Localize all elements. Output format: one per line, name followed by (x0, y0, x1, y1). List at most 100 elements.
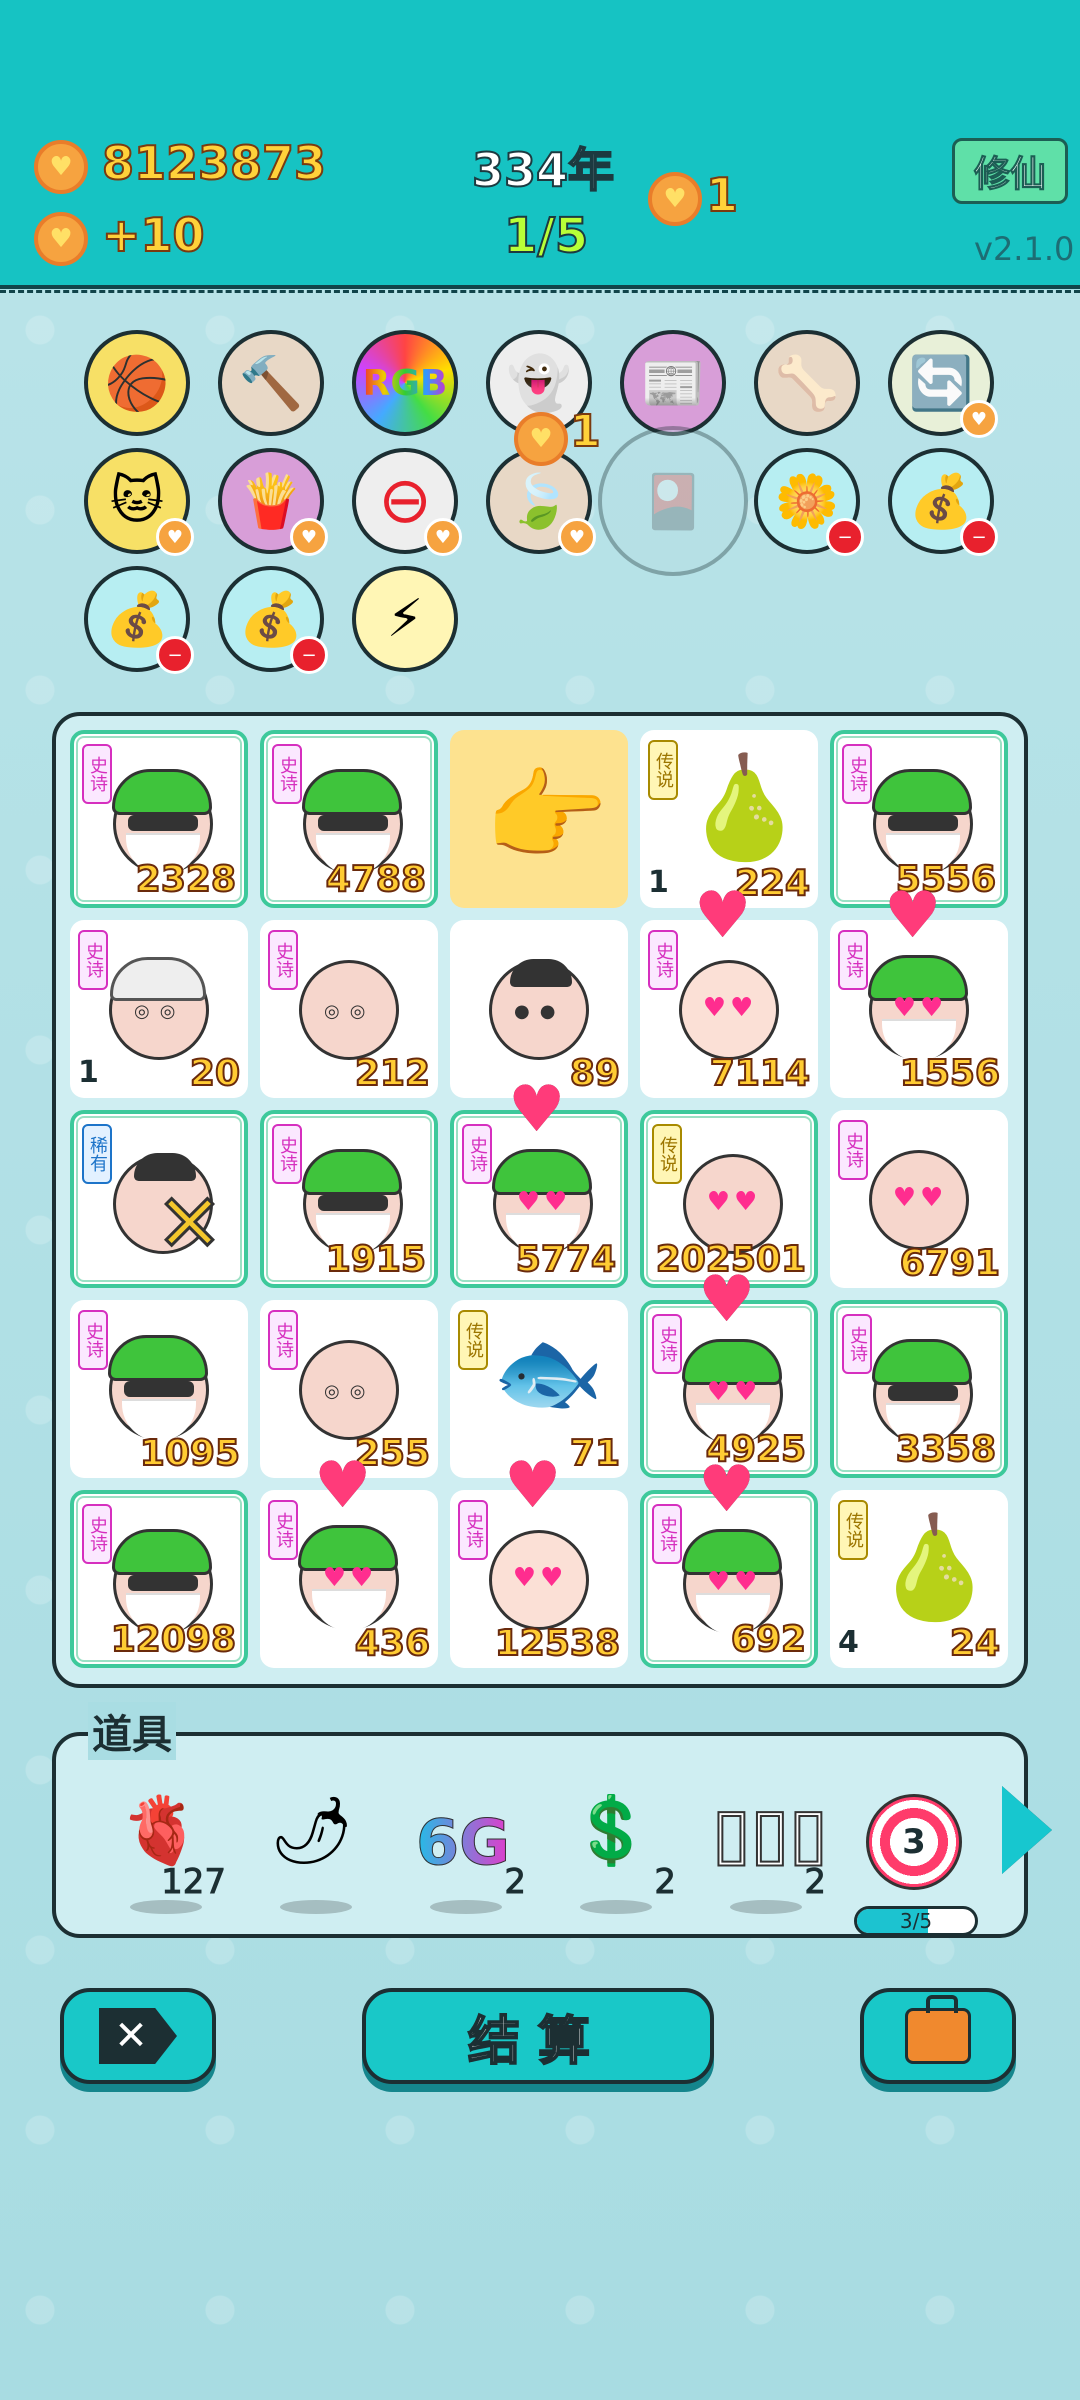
money-bag-icon[interactable]: 💰 − (218, 566, 328, 674)
relic-glyph: 🍟 (238, 471, 304, 532)
character-face-icon: ◎◎ (299, 960, 399, 1060)
pointing-hand-icon: 👉 (484, 757, 609, 874)
slot-value: 4788 (325, 858, 427, 901)
rgb-icon[interactable]: RGB (352, 330, 458, 436)
pet-food-icon[interactable]: 🦴 (754, 330, 860, 436)
slot-value: 7114 (709, 1052, 811, 1095)
slot-cell[interactable]: ✕ 稀有 (70, 1110, 248, 1288)
props-next-arrow[interactable] (1002, 1786, 1052, 1874)
lightning-icon[interactable]: ⚡ (352, 566, 458, 672)
relic-glyph: 🍃 (506, 471, 572, 532)
rarity-tag: 史诗 (842, 744, 872, 804)
dollar-coin-icon: 💲 (570, 1792, 653, 1869)
slot-cell[interactable]: 史诗 4788 (260, 730, 438, 908)
character-face-icon: ◎◎ (299, 1340, 399, 1440)
slot-cell[interactable]: 🍐 传说 24 4 (830, 1490, 1008, 1668)
prop-item[interactable]: 💲 2 (556, 1788, 676, 1914)
skip-button[interactable]: ✕ (60, 1988, 216, 2084)
character-face-icon (108, 1335, 209, 1441)
time-magazine-icon[interactable]: 📰 (620, 330, 726, 436)
inventory-button[interactable] (860, 1988, 1016, 2084)
slot-cell[interactable]: 史诗 12098 (70, 1490, 248, 1668)
slot-value: 1095 (139, 1432, 241, 1475)
character-face-icon: ♥♥ (298, 1525, 399, 1631)
slot-cell[interactable]: 👉 (450, 730, 628, 908)
side-coin-icon (648, 172, 702, 226)
refresh-icon[interactable]: 🔄 ♥ (888, 330, 998, 438)
rarity-tag: 史诗 (82, 744, 112, 804)
top-bar: 8123873 +10 334年 1/5 1 修仙 v2.1.0 (0, 0, 1080, 289)
prop-count: 127 (161, 1862, 227, 1903)
heart-icon: ♥ (508, 1073, 566, 1147)
character-face-icon: ✕ (113, 1153, 225, 1272)
pear-icon: 🍐 (682, 749, 807, 866)
slot-cell[interactable]: ♥♥ 史诗 6791 (830, 1110, 1008, 1288)
slot-cell[interactable]: 史诗 3358 (830, 1300, 1008, 1478)
relic-glyph: 👻 (506, 353, 572, 414)
money-bag-icon[interactable]: 💰 − (888, 448, 998, 556)
slot-cell[interactable]: ♥♥ ♥ 史诗 12538 (450, 1454, 628, 1668)
card-pack-icon[interactable]: 🎴 (598, 426, 748, 576)
heart-icon: ♥ (884, 879, 942, 953)
heart-badge-icon: ♥ (960, 400, 998, 438)
slot-cell[interactable]: 史诗 1915 (260, 1110, 438, 1288)
slot-cell[interactable]: ♥♥ ♥ 史诗 5774 (450, 1078, 628, 1288)
prop-item[interactable]: 🫀 127 (106, 1788, 227, 1914)
round-counter: 1/5 (503, 207, 589, 265)
rebirth-button[interactable]: 修仙 (952, 138, 1068, 204)
heart-badge-icon: ♥ (290, 518, 328, 556)
slot-value: 24 (949, 1622, 1001, 1665)
slot-value: 12538 (494, 1622, 621, 1665)
flower-pot-icon[interactable]: 🌼 − (754, 448, 864, 556)
slot-cell[interactable]: ♥♥ 传说 202501 (640, 1110, 818, 1288)
hammer-icon[interactable]: 🔨 (218, 330, 324, 436)
rarity-tag: 传说 (838, 1500, 868, 1560)
cat-icon[interactable]: 🐱 ♥ (84, 448, 194, 556)
prop-shadow (280, 1900, 352, 1914)
fries-icon[interactable]: 🍟 ♥ (218, 448, 328, 556)
basketballs-icon[interactable]: 🏀 (84, 330, 190, 436)
slot-cell[interactable]: ♥♥ ♥ 史诗 436 (260, 1454, 438, 1668)
target-progress-bar: 3/5 (854, 1906, 978, 1936)
tubes-icon: ▯▯▯ (711, 1792, 829, 1874)
chili-icon: 🌶 (270, 1792, 354, 1869)
pear-icon: 🍐 (872, 1509, 997, 1626)
prop-item[interactable]: ▯▯▯ 2 (706, 1788, 829, 1914)
slot-value: 6791 (899, 1242, 1001, 1285)
minus-badge-icon: − (156, 636, 194, 674)
props-title: 道具 (88, 1702, 176, 1760)
relic-glyph: 💰 (908, 471, 974, 532)
slot-cell[interactable]: ♥♥ ♥ 史诗 4925 (640, 1268, 818, 1478)
slot-count: 1 (78, 1055, 99, 1090)
sixg-icon: 6G (415, 1806, 511, 1880)
settle-button[interactable]: 结算 (362, 1988, 714, 2084)
header-divider (0, 290, 1080, 293)
slot-cell[interactable]: 史诗 1095 (70, 1300, 248, 1478)
rarity-tag: 史诗 (78, 1310, 108, 1370)
slot-cell[interactable]: ♥♥ ♥ 史诗 1556 (830, 884, 1008, 1098)
heart-badge-icon: ♥ (424, 518, 462, 556)
slot-cell[interactable]: ♥♥ ♥ 史诗 7114 (640, 884, 818, 1098)
slot-value: 2328 (135, 858, 237, 901)
close-icon: ✕ (99, 2008, 177, 2064)
prop-shadow (730, 1900, 802, 1914)
slot-cell[interactable]: 史诗 2328 (70, 730, 248, 908)
liver-icon: 🫀 (120, 1792, 203, 1869)
money-bag-icon[interactable]: 💰 − (84, 566, 194, 674)
slot-cell[interactable]: ◎◎ 史诗 212 (260, 920, 438, 1098)
heart-icon: ♥ (698, 1263, 756, 1337)
prop-shadow (130, 1900, 202, 1914)
slot-value: 71 (569, 1432, 621, 1475)
prop-item[interactable]: 🌶 (256, 1788, 376, 1914)
gold-coin-icon (34, 140, 88, 194)
prop-count: 2 (804, 1862, 827, 1903)
slot-cell[interactable]: ●● 89 (450, 920, 628, 1098)
slot-cell[interactable]: ◎◎ 史诗 20 1 (70, 920, 248, 1098)
prop-item[interactable]: 6G 2 (406, 1788, 526, 1914)
minus-sign-icon[interactable]: ⊖ ♥ (352, 448, 462, 556)
gold-amount: 8123873 (101, 135, 327, 191)
relic-glyph: RGB (362, 362, 448, 404)
rarity-tag: 传说 (458, 1310, 488, 1370)
prop-item[interactable]: 3 3/5 (854, 1788, 978, 1936)
slot-cell[interactable]: ♥♥ ♥ 史诗 692 (640, 1458, 818, 1668)
